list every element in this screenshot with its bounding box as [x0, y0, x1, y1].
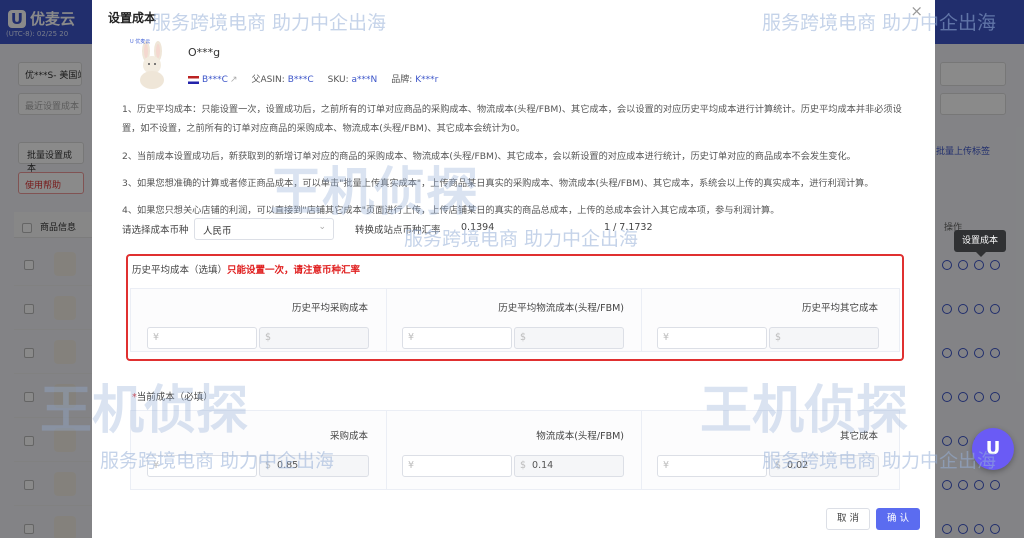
close-icon[interactable]: ×	[910, 2, 923, 20]
current-col-purchase: 采购成本	[329, 431, 368, 442]
usd-prefix: $	[520, 460, 527, 471]
current-panel	[130, 410, 900, 490]
current-logistics-cny-input[interactable]: ¥	[402, 455, 512, 477]
rate-value: 0.1394	[461, 222, 495, 233]
cny-prefix: ¥	[663, 332, 670, 343]
history-warning: 只能设置一次，请注意币种汇率	[227, 265, 361, 276]
instructions: 1、历史平均成本：只能设置一次，设置成功后，之前所有的订单对应商品的采购成本、物…	[122, 100, 902, 228]
history-logistics-usd-field: $	[514, 327, 624, 349]
history-purchase-cny-input[interactable]: ¥	[147, 327, 257, 349]
history-title: 历史平均成本（选填）	[132, 265, 228, 276]
set-cost-dialog: 设置成本 × U 优麦云 O***g B***C ↗ 父ASIN: B***C SKU…	[92, 0, 935, 538]
currency-select[interactable]: 人民币 ⌄	[194, 218, 334, 240]
divider	[386, 410, 387, 490]
history-other-usd-field: $	[769, 327, 879, 349]
history-logistics-cny-input[interactable]: ¥	[402, 327, 512, 349]
usd-prefix: $	[265, 460, 272, 471]
brand-mark: U 优麦云	[130, 39, 151, 45]
parent-asin-value: B***C	[287, 75, 314, 85]
current-purchase-usd-field: $0.85	[259, 455, 369, 477]
current-other-cny-input[interactable]: ¥	[657, 455, 767, 477]
current-logistics-converted: 0.14	[532, 460, 554, 471]
history-col-other: 历史平均其它成本	[801, 303, 878, 314]
brand-label: 品牌:	[391, 75, 413, 85]
cancel-button[interactable]: 取 消	[826, 508, 870, 530]
history-col-logistics: 历史平均物流成本(头程/FBM)	[498, 303, 624, 314]
sku-value: a***N	[351, 75, 378, 85]
current-col-logistics: 物流成本(头程/FBM)	[536, 431, 624, 442]
divider	[386, 288, 387, 352]
divider	[641, 410, 642, 490]
current-section-title: *当前成本（必填）	[132, 389, 213, 403]
current-col-other: 其它成本	[839, 431, 878, 442]
current-title: 当前成本（必填）	[136, 392, 213, 403]
currency-label: 请选择成本币种	[122, 225, 189, 236]
product-code-link[interactable]: B***C	[202, 75, 228, 85]
currency-row: 请选择成本币种 人民币 ⌄ 转换成站点币种汇率 0.1394 1 / 7.1732	[122, 218, 902, 240]
note-1: 1、历史平均成本：只能设置一次，设置成功后，之前所有的订单对应商品的采购成本、物…	[122, 104, 902, 134]
floating-assistant-button[interactable]: U	[972, 428, 1014, 470]
usd-prefix: $	[265, 332, 272, 343]
cny-prefix: ¥	[663, 460, 670, 471]
cny-prefix: ¥	[153, 332, 160, 343]
product-name: O***g	[188, 46, 221, 59]
us-flag-icon	[188, 75, 199, 84]
sku-label: SKU:	[327, 75, 349, 85]
current-logistics-usd-field: $0.14	[514, 455, 624, 477]
rate-inverse-value: 1 / 7.1732	[604, 222, 653, 233]
history-purchase-usd-field: $	[259, 327, 369, 349]
current-other-converted: 0.02	[787, 460, 809, 471]
brand-value: K***r	[415, 75, 439, 85]
product-meta: B***C ↗ 父ASIN: B***C SKU: a***N 品牌: K***r	[188, 72, 438, 85]
cny-prefix: ¥	[153, 460, 160, 471]
set-cost-tooltip: 设置成本	[954, 230, 1006, 257]
current-other-usd-field: $0.02	[769, 455, 879, 477]
rate-label: 转换成站点币种汇率	[355, 225, 441, 236]
usd-prefix: $	[775, 460, 782, 471]
chevron-down-icon: ⌄	[318, 222, 326, 232]
history-other-cny-input[interactable]: ¥	[657, 327, 767, 349]
divider	[641, 288, 642, 352]
cny-prefix: ¥	[408, 332, 415, 343]
usd-prefix: $	[775, 332, 782, 343]
cny-prefix: ¥	[408, 460, 415, 471]
currency-value: 人民币	[203, 226, 232, 237]
plush-rabbit-image	[140, 41, 164, 89]
confirm-button[interactable]: 确 认	[876, 508, 920, 530]
note-2: 2、当前成本设置成功后，新获取到的新增订单对应的商品的采购成本、物流成本(头程/…	[122, 151, 856, 162]
dialog-title: 设置成本	[108, 11, 157, 25]
usd-prefix: $	[520, 332, 527, 343]
history-section-title: 历史平均成本（选填）只能设置一次，请注意币种汇率	[132, 262, 360, 276]
external-link-icon[interactable]: ↗	[230, 75, 238, 85]
parent-asin-label: 父ASIN:	[251, 75, 285, 85]
current-purchase-converted: 0.85	[277, 460, 299, 471]
history-col-purchase: 历史平均采购成本	[291, 303, 368, 314]
note-3: 3、如果您想准确的计算或者修正商品成本，可以单击"批量上传真实成本"，上传商品某…	[122, 178, 874, 189]
current-purchase-cny-input[interactable]: ¥	[147, 455, 257, 477]
product-image: U 优麦云	[130, 38, 174, 90]
